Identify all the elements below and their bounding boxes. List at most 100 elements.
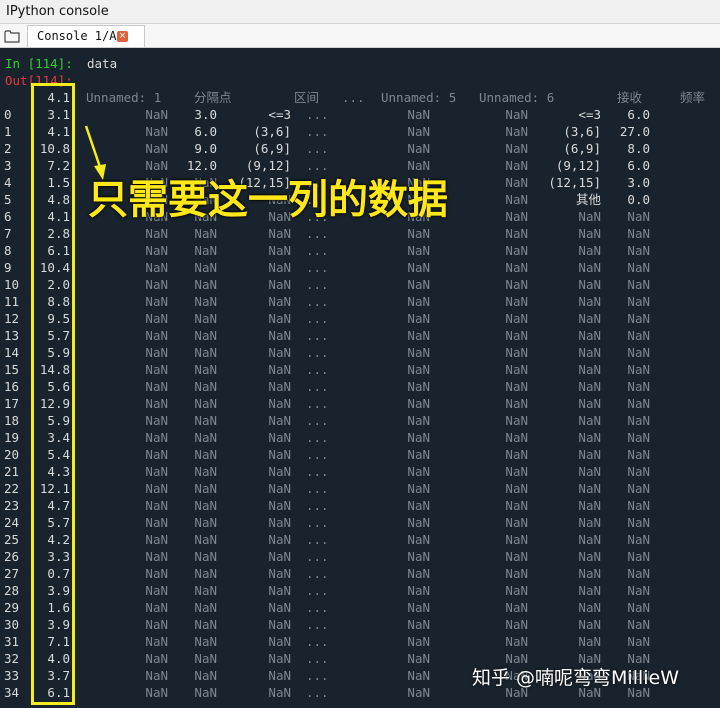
table-cell: NaN xyxy=(578,362,601,377)
table-cell: NaN xyxy=(505,481,528,496)
table-cell: NaN xyxy=(268,413,291,428)
table-cell: NaN xyxy=(145,634,168,649)
table-cell: (6,9] xyxy=(563,141,601,156)
table-cell: NaN xyxy=(505,260,528,275)
row-index: 0 xyxy=(4,107,12,122)
table-cell: NaN xyxy=(268,600,291,615)
table-cell: NaN xyxy=(407,464,430,479)
table-cell: NaN xyxy=(268,379,291,394)
table-cell: NaN xyxy=(505,311,528,326)
table-cell: NaN xyxy=(627,379,650,394)
table-cell: NaN xyxy=(505,362,528,377)
table-cell: 6.0 xyxy=(627,158,650,173)
row-index: 29 xyxy=(4,600,20,615)
table-cell: 6.0 xyxy=(627,107,650,122)
table-cell: NaN xyxy=(505,379,528,394)
table-cell: NaN xyxy=(145,260,168,275)
table-cell: NaN xyxy=(145,107,168,122)
table-cell: NaN xyxy=(145,345,168,360)
table-cell: <=3 xyxy=(578,107,601,122)
folder-icon[interactable] xyxy=(4,29,20,43)
table-cell: NaN xyxy=(407,260,430,275)
table-cell: ... xyxy=(306,430,329,445)
table-cell: ... xyxy=(306,345,329,360)
table-cell: NaN xyxy=(194,685,217,700)
table-cell: NaN xyxy=(407,328,430,343)
table-cell: NaN xyxy=(505,600,528,615)
table-cell: 3.0 xyxy=(194,107,217,122)
table-cell: 9.0 xyxy=(194,141,217,156)
tab-console-1a[interactable]: Console 1/A × xyxy=(27,25,145,47)
row-index: 14 xyxy=(4,345,20,360)
table-cell: NaN xyxy=(145,294,168,309)
header-cell: Unnamed: 5 xyxy=(381,90,457,105)
table-cell: NaN xyxy=(407,617,430,632)
table-cell: NaN xyxy=(627,260,650,275)
table-cell: NaN xyxy=(505,566,528,581)
table-cell: NaN xyxy=(627,549,650,564)
table-cell: NaN xyxy=(268,447,291,462)
table-cell: NaN xyxy=(194,311,217,326)
table-cell: NaN xyxy=(194,379,217,394)
table-cell: NaN xyxy=(145,481,168,496)
table-cell: NaN xyxy=(505,124,528,139)
table-cell: NaN xyxy=(268,549,291,564)
table-cell: NaN xyxy=(407,549,430,564)
table-cell: NaN xyxy=(268,430,291,445)
table-cell: 8.0 xyxy=(627,141,650,156)
table-cell: ... xyxy=(306,447,329,462)
table-cell: <=3 xyxy=(268,107,291,122)
table-cell: NaN xyxy=(627,243,650,258)
table-cell: ... xyxy=(306,549,329,564)
close-icon[interactable]: × xyxy=(117,31,128,42)
table-cell: ... xyxy=(306,362,329,377)
table-cell: NaN xyxy=(145,243,168,258)
table-cell: NaN xyxy=(145,583,168,598)
table-cell: NaN xyxy=(407,498,430,513)
table-cell: NaN xyxy=(505,226,528,241)
table-cell: NaN xyxy=(145,328,168,343)
table-cell: NaN xyxy=(194,634,217,649)
ipython-console[interactable]: In [114]: data Out[114]: 4.1 Unnamed: 1 … xyxy=(0,48,720,708)
table-cell: NaN xyxy=(145,464,168,479)
table-cell: NaN xyxy=(194,651,217,666)
table-cell: NaN xyxy=(578,243,601,258)
table-cell: NaN xyxy=(145,396,168,411)
table-cell: NaN xyxy=(627,294,650,309)
table-cell: NaN xyxy=(194,430,217,445)
table-cell: NaN xyxy=(627,447,650,462)
header-cell: 频率 xyxy=(680,90,706,105)
table-cell: NaN xyxy=(505,515,528,530)
table-cell: NaN xyxy=(407,311,430,326)
table-cell: NaN xyxy=(407,651,430,666)
row-index: 6 xyxy=(4,209,12,224)
table-cell: NaN xyxy=(505,532,528,547)
table-cell: NaN xyxy=(268,651,291,666)
table-cell: NaN xyxy=(578,532,601,547)
table-cell: NaN xyxy=(268,481,291,496)
table-cell: NaN xyxy=(578,379,601,394)
table-cell: 3.0 xyxy=(627,175,650,190)
table-cell: NaN xyxy=(268,362,291,377)
table-cell: NaN xyxy=(578,413,601,428)
table-cell: NaN xyxy=(194,277,217,292)
table-cell: NaN xyxy=(505,634,528,649)
row-index: 8 xyxy=(4,243,12,258)
table-cell: NaN xyxy=(578,396,601,411)
table-cell: NaN xyxy=(268,311,291,326)
table-cell: ... xyxy=(306,294,329,309)
table-cell: NaN xyxy=(268,464,291,479)
row-index: 20 xyxy=(4,447,20,462)
table-cell: NaN xyxy=(268,396,291,411)
table-cell: NaN xyxy=(627,226,650,241)
table-cell: (9,12] xyxy=(555,158,601,173)
table-cell: NaN xyxy=(505,345,528,360)
table-cell: NaN xyxy=(407,668,430,683)
table-cell: ... xyxy=(306,124,329,139)
table-cell: NaN xyxy=(627,634,650,649)
table-cell: NaN xyxy=(407,124,430,139)
table-cell: NaN xyxy=(268,498,291,513)
table-cell: NaN xyxy=(194,464,217,479)
table-cell: ... xyxy=(306,600,329,615)
header-cell: 区间 xyxy=(294,90,320,105)
